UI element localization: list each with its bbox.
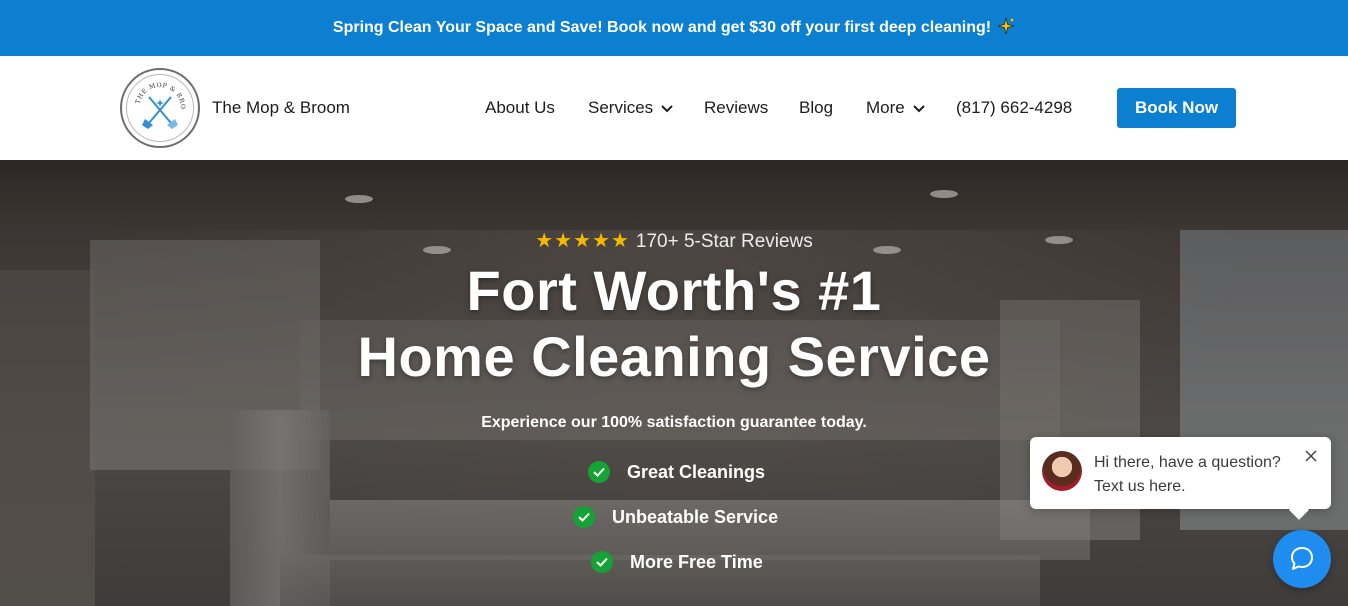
nav-reviews[interactable]: Reviews bbox=[704, 98, 768, 118]
promo-text: Spring Clean Your Space and Save! Book n… bbox=[332, 19, 992, 36]
feature-label: More Free Time bbox=[630, 551, 763, 572]
agent-avatar bbox=[1042, 451, 1082, 491]
hero-section: ★★★★★ 170+ 5-Star Reviews Fort Worth's #1… bbox=[0, 160, 1348, 606]
logo-mark: THE MOP & BROOM bbox=[126, 74, 194, 142]
logo-wordmark: THE MOP & BROOM bbox=[129, 77, 186, 110]
nav-blog-label: Blog bbox=[799, 98, 834, 117]
checkmark-icon bbox=[573, 506, 595, 528]
nav-services[interactable]: Services bbox=[588, 98, 673, 118]
checkmark-icon bbox=[588, 461, 610, 483]
checkmark-icon bbox=[591, 551, 613, 573]
sparkles-icon bbox=[997, 17, 1015, 40]
nav-more-label: More bbox=[866, 98, 905, 117]
site-header: THE MOP & BROOM The Mop & Broom About Us… bbox=[0, 56, 1348, 160]
hero-content: ★★★★★ 170+ 5-Star Reviews Fort Worth's #1… bbox=[0, 160, 1348, 606]
brand-name[interactable]: The Mop & Broom bbox=[212, 98, 350, 118]
nav-about[interactable]: About Us bbox=[485, 98, 555, 118]
chat-message: Hi there, have a question? Text us here. bbox=[1094, 451, 1294, 499]
feature-label: Unbeatable Service bbox=[612, 506, 779, 527]
nav-blog[interactable]: Blog bbox=[799, 98, 833, 118]
promo-banner: Spring Clean Your Space and Save! Book n… bbox=[0, 0, 1348, 56]
chevron-down-icon bbox=[661, 98, 673, 118]
chat-launcher-button[interactable] bbox=[1273, 530, 1331, 588]
nav-more[interactable]: More bbox=[866, 98, 925, 118]
chat-line2: Text us here. bbox=[1094, 478, 1186, 495]
star-rating-icon: ★★★★★ bbox=[535, 230, 630, 252]
book-now-button[interactable]: Book Now bbox=[1117, 88, 1236, 128]
nav-about-label: About Us bbox=[485, 98, 555, 117]
phone-number: (817) 662-4298 bbox=[956, 98, 1073, 117]
nav-phone-link[interactable]: (817) 662-4298 bbox=[956, 98, 1072, 118]
chat-line1: Hi there, have a question? bbox=[1094, 454, 1281, 471]
review-rating: ★★★★★ 170+ 5-Star Reviews bbox=[0, 228, 1348, 253]
nav-services-label: Services bbox=[588, 98, 654, 117]
feature-item: More Free Time bbox=[591, 551, 763, 573]
rating-text: 170+ 5-Star Reviews bbox=[635, 231, 813, 252]
mop-broom-icon: THE MOP & BROOM bbox=[129, 77, 186, 129]
svg-text:THE MOP & BROOM: THE MOP & BROOM bbox=[129, 77, 186, 110]
nav-reviews-label: Reviews bbox=[704, 98, 769, 117]
hero-headline-line2: Home Cleaning Service bbox=[357, 325, 991, 388]
logo[interactable]: THE MOP & BROOM bbox=[120, 68, 200, 148]
chat-prompt-bubble[interactable]: Hi there, have a question? Text us here. bbox=[1030, 437, 1331, 520]
hero-headline-line1: Fort Worth's #1 bbox=[466, 259, 882, 322]
chevron-down-icon bbox=[913, 98, 925, 118]
feature-label: Great Cleanings bbox=[627, 461, 766, 482]
chat-icon bbox=[1291, 547, 1313, 570]
feature-item: Great Cleanings bbox=[588, 461, 765, 483]
close-icon[interactable] bbox=[1304, 449, 1318, 463]
feature-item: Unbeatable Service bbox=[573, 506, 778, 528]
hero-subheading: Experience our 100% satisfaction guarant… bbox=[481, 414, 867, 431]
